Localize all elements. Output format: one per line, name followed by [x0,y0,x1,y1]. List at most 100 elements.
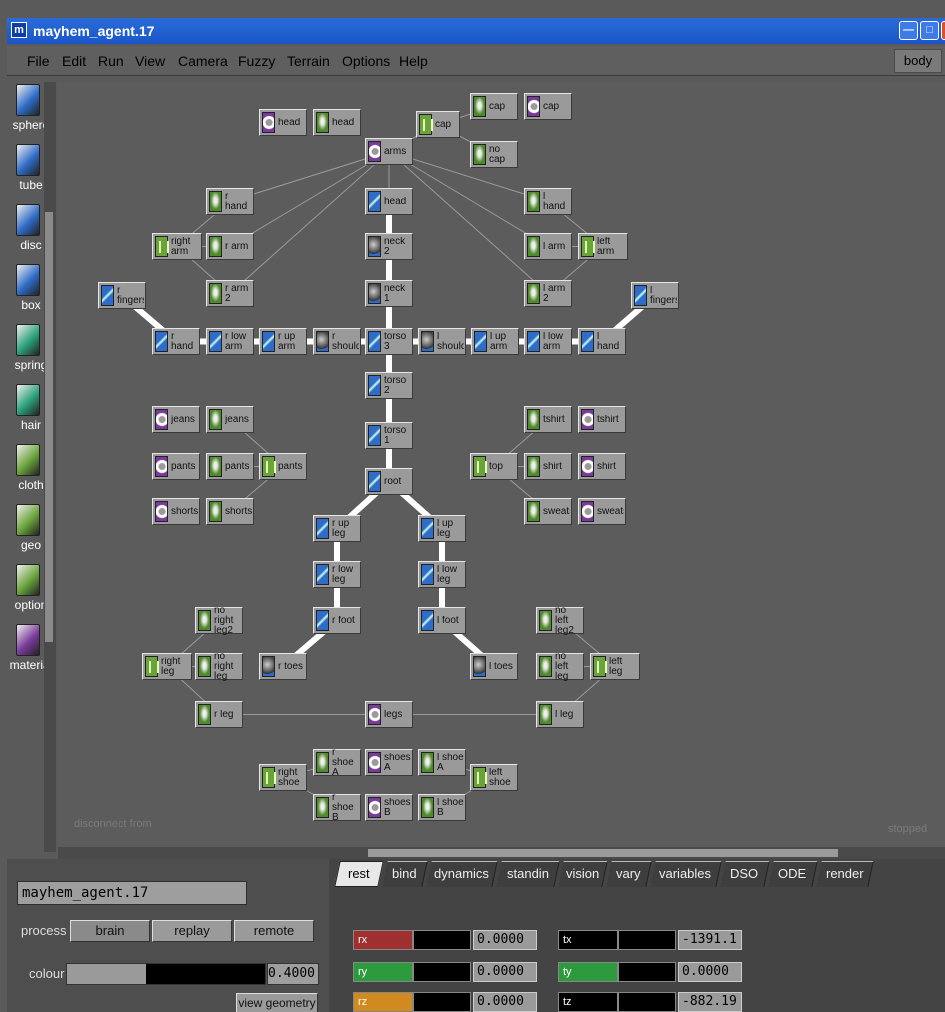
node-lshoeA[interactable]: l shoe A [418,749,466,776]
menu-camera[interactable]: Camera [178,53,228,69]
node-rshoeA[interactable]: r shoe A [313,748,361,777]
node-shorts-geo[interactable]: shorts [206,498,254,525]
minimize-icon[interactable]: — [899,21,918,40]
param-value[interactable]: 0.0000 [473,930,537,950]
node-shorts-mat[interactable]: shorts [152,498,200,525]
menu-help[interactable]: Help [399,53,428,69]
colour-slider[interactable] [66,963,266,985]
tab-standin[interactable]: standin [496,861,560,887]
menu-edit[interactable]: Edit [62,53,86,69]
param-ty[interactable]: ty 0.0000 [558,962,744,982]
node-lshoeB[interactable]: l shoe B [418,794,466,821]
node-rupleg[interactable]: r up leg [313,515,361,542]
mode-selector[interactable]: body [894,49,942,73]
node-lleg-geo[interactable]: l leg [536,701,584,728]
param-slider[interactable] [618,930,676,950]
tab-render[interactable]: render [816,861,874,887]
node-norightleg2[interactable]: no right leg2 [195,606,243,635]
brain-button[interactable]: brain [70,920,150,942]
node-lshoulder[interactable]: l shoulder [418,328,466,355]
param-value[interactable]: -882.19 [678,992,742,1012]
menu-run[interactable]: Run [98,53,124,69]
node-head-geo[interactable]: head [313,109,361,136]
tab-bind[interactable]: bind [382,861,428,887]
node-neck1[interactable]: neck 1 [365,280,413,307]
node-lupleg[interactable]: l up leg [418,515,466,542]
node-rshoulder[interactable]: r shoulder [313,328,361,355]
node-lhand-geo[interactable]: l hand [524,188,572,215]
tab-rest[interactable]: rest [334,861,384,887]
node-ltoes[interactable]: l toes [470,653,518,680]
node-arms-mat[interactable]: arms [365,138,413,165]
node-shoesA[interactable]: shoes A [365,749,413,776]
node-leftarm-opt[interactable]: left arm [578,233,628,260]
node-top-opt[interactable]: top [470,453,518,480]
node-sweat-mat[interactable]: sweatshirt [578,498,626,525]
node-rtoes[interactable]: r toes [259,653,307,680]
param-slider[interactable] [618,962,676,982]
node-jeans-geo[interactable]: jeans [206,406,254,433]
node-lhand-tube[interactable]: l hand [578,328,626,355]
node-head-mat[interactable]: head [259,109,307,136]
param-value[interactable]: -1391.1 [678,930,742,950]
node-llowleg[interactable]: l low leg [418,561,466,588]
node-shoesB[interactable]: shoes B [365,794,413,821]
node-pants-geo[interactable]: pants [206,453,254,480]
param-slider[interactable] [618,992,676,1012]
tab-ode[interactable]: ODE [768,861,818,887]
tab-variables[interactable]: variables [650,861,722,887]
node-cap-mat[interactable]: cap [524,93,572,120]
node-nocap-geo[interactable]: no cap [470,141,518,168]
node-larm-geo[interactable]: l arm [524,233,572,260]
node-shirt-geo[interactable]: shirt [524,453,572,480]
node-shirt-mat[interactable]: shirt [578,453,626,480]
param-rz[interactable]: rz 0.0000 [353,992,539,1012]
node-root[interactable]: root [365,468,413,495]
param-slider[interactable] [413,992,471,1012]
title-bar[interactable]: m mayhem_agent.17 — □ ✕ [7,18,945,44]
menu-file[interactable]: File [27,53,50,69]
param-ry[interactable]: ry 0.0000 [353,962,539,982]
node-luparm[interactable]: l up arm [471,328,519,355]
vertical-scrollbar[interactable] [44,82,56,852]
node-graph-canvas[interactable]: disconnect from stopped head head cap cap ca… [58,82,945,852]
node-rlowarm[interactable]: r low arm [206,328,254,355]
tab-vary[interactable]: vary [606,861,652,887]
replay-button[interactable]: replay [152,920,232,942]
tab-dso[interactable]: DSO [720,861,770,887]
node-tshirt-geo[interactable]: tshirt [524,406,572,433]
node-rleg-geo[interactable]: r leg [195,701,243,728]
horizontal-scrollbar[interactable] [58,847,945,859]
horizontal-scroll-thumb[interactable] [368,849,838,857]
node-legs-mat[interactable]: legs [365,701,413,728]
node-noleftleg[interactable]: no left leg [536,652,584,681]
node-rhand-tube[interactable]: r hand [152,328,200,355]
node-tshirt-mat[interactable]: tshirt [578,406,626,433]
menu-fuzzy[interactable]: Fuzzy [238,53,275,69]
node-pants-mat[interactable]: pants [152,453,200,480]
param-tx[interactable]: tx -1391.1 [558,930,744,950]
param-slider[interactable] [413,930,471,950]
node-torso1[interactable]: torso 1 [365,422,413,449]
tab-dynamics[interactable]: dynamics [426,861,498,887]
node-cap-opt[interactable]: cap [416,111,460,138]
node-llowarm[interactable]: l low arm [524,328,572,355]
node-larm2-geo[interactable]: l arm 2 [524,280,572,307]
node-rightarm-opt[interactable]: right arm [152,233,202,260]
param-value[interactable]: 0.0000 [473,962,537,982]
menu-terrain[interactable]: Terrain [287,53,330,69]
node-norightleg[interactable]: no right leg [195,652,243,681]
node-rarm2-geo[interactable]: r arm 2 [206,280,254,307]
view-geometry-button[interactable]: view geometry [236,993,318,1012]
menu-options[interactable]: Options [342,53,390,69]
vertical-scroll-thumb[interactable] [45,212,53,642]
node-sweat-geo[interactable]: sweatshirt [524,498,572,525]
node-leftshoe-opt[interactable]: left shoe [470,764,518,791]
param-tz[interactable]: tz -882.19 [558,992,744,1012]
node-jeans-mat[interactable]: jeans [152,406,200,433]
node-lfingers[interactable]: l fingers [631,282,679,309]
node-rightshoe-opt[interactable]: right shoe [259,764,307,791]
close-icon[interactable]: ✕ [941,21,945,40]
node-pants-opt[interactable]: pants [259,453,307,480]
node-torso2[interactable]: torso 2 [365,372,413,399]
